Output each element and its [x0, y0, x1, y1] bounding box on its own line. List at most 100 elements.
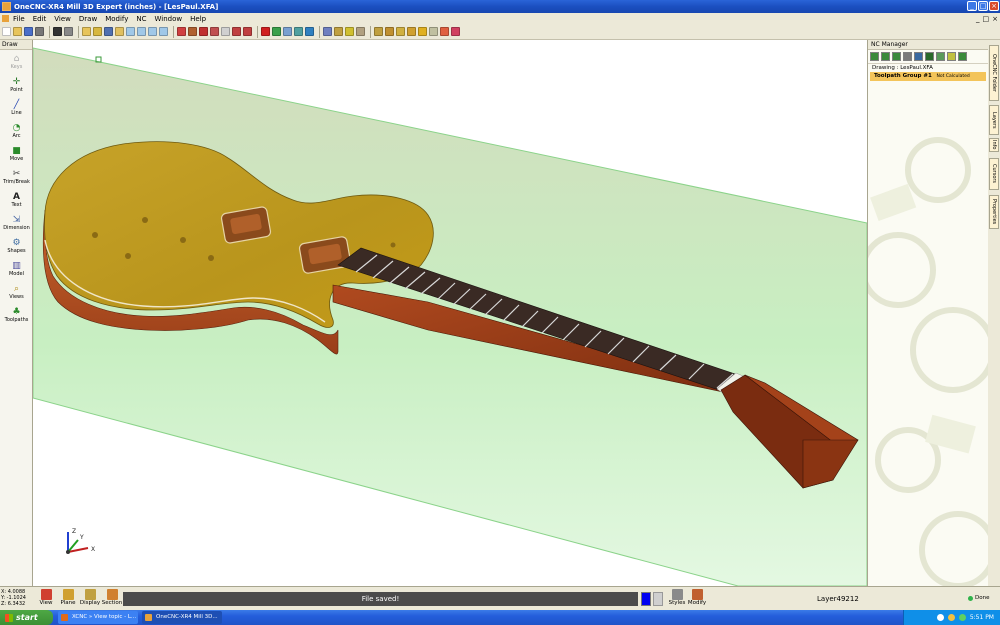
- tools-icon[interactable]: [429, 27, 438, 36]
- dynamic-view-icon[interactable]: [305, 27, 314, 36]
- erase-icon[interactable]: [199, 27, 208, 36]
- tool-text[interactable]: A Text: [0, 188, 33, 211]
- side-view-icon[interactable]: [407, 27, 416, 36]
- tab-properties[interactable]: Properties: [989, 195, 999, 229]
- modify-button[interactable]: Modify: [686, 588, 708, 610]
- ortho-icon[interactable]: [243, 27, 252, 36]
- tab-cursors[interactable]: Cursors: [989, 158, 999, 190]
- clock[interactable]: 5:51 PM: [970, 614, 994, 621]
- home-view-icon[interactable]: [440, 27, 449, 36]
- nc-open-icon[interactable]: [881, 52, 890, 61]
- nc-options-icon[interactable]: [958, 52, 967, 61]
- tool-shapes[interactable]: ⚙ Shapes: [0, 234, 33, 257]
- viewport-canvas[interactable]: Z X Y: [33, 40, 867, 586]
- secondary-color-swatch[interactable]: [653, 592, 663, 606]
- pan-icon[interactable]: [104, 27, 113, 36]
- zoom-window-icon[interactable]: [93, 27, 102, 36]
- zoom-fit-icon[interactable]: [115, 27, 124, 36]
- nc-post-icon[interactable]: [947, 52, 956, 61]
- tool-keys[interactable]: ⌂ Keys: [0, 50, 33, 73]
- snap-icon[interactable]: [232, 27, 241, 36]
- tool-toolpaths[interactable]: ♣ Toolpaths: [0, 303, 33, 326]
- start-button[interactable]: start: [0, 610, 53, 625]
- menu-file[interactable]: File: [13, 15, 25, 23]
- solid-view-icon[interactable]: [272, 27, 281, 36]
- document-icon[interactable]: [2, 15, 9, 22]
- nc-manager-title: NC Manager: [868, 40, 988, 50]
- display-button[interactable]: Display: [79, 588, 101, 610]
- shade-icon[interactable]: [334, 27, 343, 36]
- nc-toolpath-group[interactable]: Toolpath Group #1 Not Calculated: [870, 72, 986, 81]
- tool-point[interactable]: ✛ Point: [0, 73, 33, 96]
- tool-dimension[interactable]: ⇲ Dimension: [0, 211, 33, 234]
- menu-draw[interactable]: Draw: [79, 15, 97, 23]
- open-file-icon[interactable]: [13, 27, 22, 36]
- volume-icon[interactable]: [958, 614, 966, 621]
- zoom-in-icon[interactable]: [126, 27, 135, 36]
- model-viewport[interactable]: Z X Y: [33, 40, 867, 586]
- mdi-close-button[interactable]: ×: [992, 15, 998, 23]
- layer-icon[interactable]: [210, 27, 219, 36]
- regen-icon[interactable]: [188, 27, 197, 36]
- zoom-out-icon[interactable]: [137, 27, 146, 36]
- maximize-button[interactable]: □: [978, 1, 988, 11]
- current-layer[interactable]: Layer49212: [817, 595, 859, 603]
- nc-settings-icon[interactable]: [903, 52, 912, 61]
- menu-view[interactable]: View: [54, 15, 71, 23]
- styles-button[interactable]: Styles: [666, 588, 688, 610]
- iso-view-icon[interactable]: [374, 27, 383, 36]
- zoom-previous-icon[interactable]: [148, 27, 157, 36]
- front-view-icon[interactable]: [396, 27, 405, 36]
- mdi-restore-button[interactable]: □: [983, 15, 990, 23]
- tool-line[interactable]: ╱ Line: [0, 96, 33, 119]
- redo-icon[interactable]: [64, 27, 73, 36]
- nc-new-icon[interactable]: [870, 52, 879, 61]
- close-button[interactable]: ×: [989, 1, 999, 11]
- stop-icon[interactable]: [261, 27, 270, 36]
- menu-help[interactable]: Help: [190, 15, 206, 23]
- new-file-icon[interactable]: [2, 27, 11, 36]
- grid-icon[interactable]: [221, 27, 230, 36]
- mdi-minimize-button[interactable]: _: [976, 15, 980, 23]
- favorites-icon[interactable]: [451, 27, 460, 36]
- network-icon[interactable]: [936, 614, 944, 621]
- top-view-icon[interactable]: [385, 27, 394, 36]
- plane-view-icon[interactable]: [323, 27, 332, 36]
- menu-window[interactable]: Window: [155, 15, 183, 23]
- plane-button[interactable]: Plane: [57, 588, 79, 610]
- print-icon[interactable]: [35, 27, 44, 36]
- rotate-view-icon[interactable]: [294, 27, 303, 36]
- nc-simulate-icon[interactable]: [925, 52, 934, 61]
- security-icon[interactable]: [947, 614, 955, 621]
- menu-modify[interactable]: Modify: [105, 15, 128, 23]
- view-button[interactable]: View: [35, 588, 57, 610]
- tool-model[interactable]: ▥ Model: [0, 257, 33, 280]
- tool-views[interactable]: ⌕ Views: [0, 280, 33, 303]
- menu-edit[interactable]: Edit: [33, 15, 47, 23]
- nc-calc-icon[interactable]: [914, 52, 923, 61]
- active-color-swatch[interactable]: [641, 592, 651, 606]
- section-button[interactable]: Section: [101, 588, 123, 610]
- lights-icon[interactable]: [356, 27, 365, 36]
- tab-onecnc-folder[interactable]: OneCNC Folder: [989, 45, 999, 101]
- taskbar-item-browser[interactable]: XCNC » View topic - L...: [58, 611, 138, 624]
- menu-nc[interactable]: NC: [136, 15, 146, 23]
- nc-save-icon[interactable]: [892, 52, 901, 61]
- save-icon[interactable]: [24, 27, 33, 36]
- measure-icon[interactable]: [418, 27, 427, 36]
- nc-verify-icon[interactable]: [936, 52, 945, 61]
- wireframe-icon[interactable]: [283, 27, 292, 36]
- tool-trim-break[interactable]: ✂ Trim/Break: [0, 165, 33, 188]
- nc-drawing-label: Drawing : LesPaul.XFA: [872, 65, 933, 71]
- redraw-icon[interactable]: [177, 27, 186, 36]
- zoom-all-icon[interactable]: [159, 27, 168, 36]
- tab-layers[interactable]: Layers: [989, 105, 999, 135]
- select-icon[interactable]: [82, 27, 91, 36]
- tool-arc[interactable]: ◔ Arc: [0, 119, 33, 142]
- undo-icon[interactable]: [53, 27, 62, 36]
- tool-move[interactable]: ■ Move: [0, 142, 33, 165]
- taskbar-item-onecnc[interactable]: OneCNC-XR4 Mill 3D...: [142, 611, 222, 624]
- material-icon[interactable]: [345, 27, 354, 36]
- minimize-button[interactable]: _: [967, 1, 977, 11]
- tab-info[interactable]: Info: [989, 138, 999, 152]
